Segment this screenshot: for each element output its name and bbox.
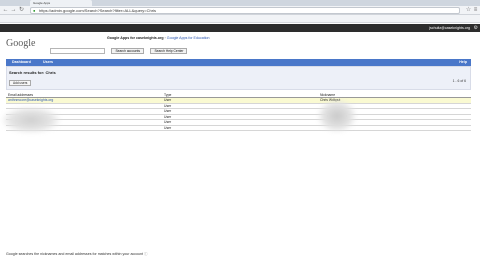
search-row: Search accounts Search Help Center [50,42,188,60]
table-row[interactable]: User [6,125,471,131]
forward-arrow-icon[interactable]: → [10,7,17,14]
reload-icon[interactable]: ↻ [18,7,25,14]
gear-icon[interactable]: ⚙ [474,25,478,31]
google-logo[interactable]: Google [6,38,35,49]
results-table: Email addresses Type Nickname anthnmoore… [6,93,471,131]
add-users-button[interactable]: Add users [9,80,32,86]
results-count: 1 - 6 of 6 [452,79,466,83]
url-text: https://admin.google.com/Search?Search?f… [39,8,156,13]
tab-dashboard[interactable]: Dashboard [12,59,31,66]
results-title: Search results for: Chris [9,70,56,75]
redacted-nicknames-blur [318,100,356,132]
menu-icon[interactable]: ≡ [472,7,479,14]
browser-toolbar: ← → ↻ ● https://admin.google.com/Search?… [0,6,480,15]
info-icon[interactable]: ⓘ [144,252,148,256]
search-input[interactable] [50,47,105,54]
results-panel: Search results for: Chris Add users 1 - … [6,66,471,90]
apps-domain-title: Google Apps for caseknights.org [107,36,164,40]
search-help-button[interactable]: Search Help Center [150,47,188,54]
apps-edition-link[interactable]: Google Apps for Education [167,36,210,40]
star-icon[interactable]: ☆ [465,7,472,14]
google-bar: SearchImagesMailDriveCalendarSitesGroups… [0,24,480,32]
apps-title: Google Apps for caseknights.org · Google… [107,36,210,40]
search-footer-note: Google searches the nicknames and email … [6,252,148,257]
redacted-emails-blur [2,107,60,133]
type-cell: User [164,125,172,130]
address-bar[interactable]: ● https://admin.google.com/Search?Search… [30,7,460,14]
tab-users[interactable]: Users [43,59,53,66]
search-accounts-button[interactable]: Search accounts [111,47,145,54]
lock-icon: ● [33,8,36,13]
footer-note-text: Google searches the nicknames and email … [6,252,144,256]
account-email[interactable]: jschultz@caseknights.org [429,24,470,32]
bookmarks-bar: AppsHome | Locked InHome | SchoolWashing… [0,15,480,23]
back-arrow-icon[interactable]: ← [2,7,9,14]
help-link[interactable]: Help [459,59,467,66]
admin-nav-bar: Dashboard Users Help [6,59,471,66]
